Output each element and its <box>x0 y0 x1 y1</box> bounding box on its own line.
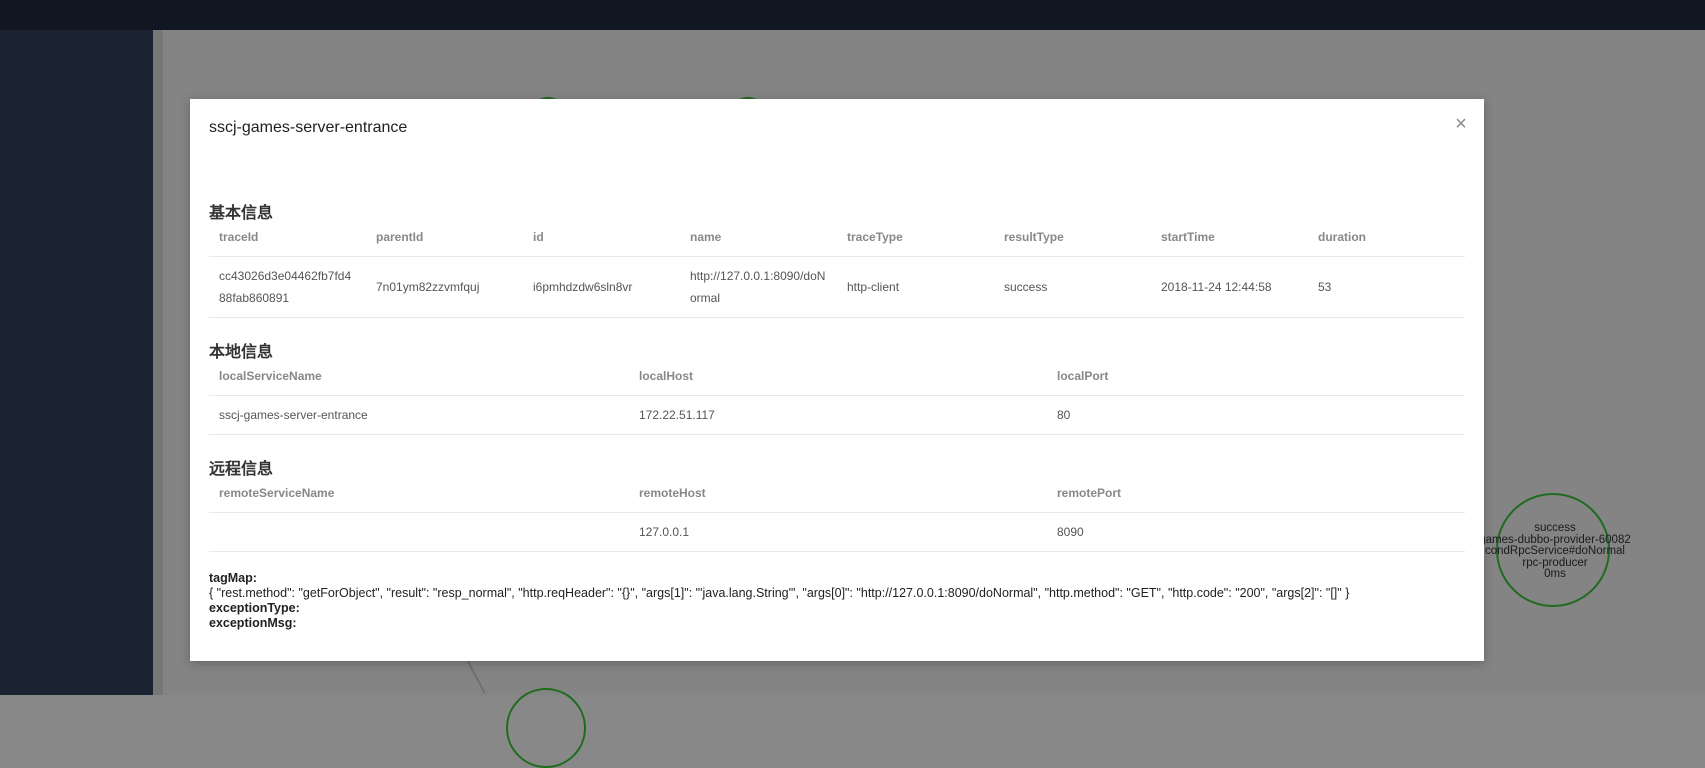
cell-duration: 53 <box>1308 256 1465 318</box>
col-resulttype: resultType <box>994 218 1151 257</box>
span-detail-modal: sscj-games-server-entrance × 基本信息 traceI… <box>190 99 1484 661</box>
cell-tracetype: http-client <box>837 256 994 318</box>
tagmap-label: tagMap: <box>209 571 257 585</box>
table-row: sscj-games-server-entrance 172.22.51.117… <box>209 395 1465 435</box>
canvas-left-border <box>153 30 163 695</box>
tags-block: tagMap: { "rest.method": "getForObject",… <box>209 571 1469 631</box>
table-row: 127.0.0.1 8090 <box>209 512 1465 552</box>
cell-resulttype: success <box>994 256 1151 318</box>
exception-type-label: exceptionType: <box>209 601 300 615</box>
col-remoteport: remotePort <box>1047 474 1465 513</box>
node-status: success <box>1534 522 1576 534</box>
cell-remoteport: 8090 <box>1047 512 1465 552</box>
graph-node-label: success games-dubbo-provider-60082 condR… <box>1455 522 1655 581</box>
table-row: cc43026d3e04462fb7fd488fab860891 7n01ym8… <box>209 256 1465 318</box>
col-starttime: startTime <box>1151 218 1308 257</box>
col-traceid: traceId <box>209 218 366 257</box>
close-icon[interactable]: × <box>1450 114 1472 136</box>
col-remoteservicename: remoteServiceName <box>209 474 629 513</box>
col-parentid: parentId <box>366 218 523 257</box>
graph-node-bottom[interactable] <box>506 688 586 768</box>
col-localport: localPort <box>1047 357 1465 396</box>
col-localhost: localHost <box>629 357 1047 396</box>
top-nav-bar <box>0 0 1705 30</box>
remote-info-table: remoteServiceName remoteHost remotePort … <box>209 474 1465 552</box>
cell-localport: 80 <box>1047 395 1465 435</box>
col-duration: duration <box>1308 218 1465 257</box>
modal-title: sscj-games-server-entrance <box>209 119 408 136</box>
name-value: http://127.0.0.1:8090/doNormal <box>690 269 826 305</box>
tagmap-value: { "rest.method": "getForObject", "result… <box>209 586 1350 600</box>
basic-info-table: traceId parentId id name traceType resul… <box>209 218 1465 318</box>
cell-localservicename: sscj-games-server-entrance <box>209 395 629 435</box>
cell-remoteservicename <box>209 512 629 552</box>
sidebar <box>0 30 153 695</box>
node-duration: 0ms <box>1544 568 1566 580</box>
local-info-table: localServiceName localHost localPort ssc… <box>209 357 1465 435</box>
col-id: id <box>523 218 680 257</box>
cell-name: http://127.0.0.1:8090/doNormal <box>680 256 837 318</box>
cell-remotehost: 127.0.0.1 <box>629 512 1047 552</box>
cell-id: i6pmhdzdw6sln8vr <box>523 256 680 318</box>
col-tracetype: traceType <box>837 218 994 257</box>
traceid-value: cc43026d3e04462fb7fd488fab860891 <box>219 269 352 305</box>
cell-parentid: 7n01ym82zzvmfquj <box>366 256 523 318</box>
node-method: condRpcService#doNormal <box>1485 545 1625 557</box>
col-localservicename: localServiceName <box>209 357 629 396</box>
cell-localhost: 172.22.51.117 <box>629 395 1047 435</box>
exception-msg-label: exceptionMsg: <box>209 616 297 630</box>
cell-traceid: cc43026d3e04462fb7fd488fab860891 <box>209 256 366 318</box>
col-name: name <box>680 218 837 257</box>
cell-starttime: 2018-11-24 12:44:58 <box>1151 256 1308 318</box>
col-remotehost: remoteHost <box>629 474 1047 513</box>
